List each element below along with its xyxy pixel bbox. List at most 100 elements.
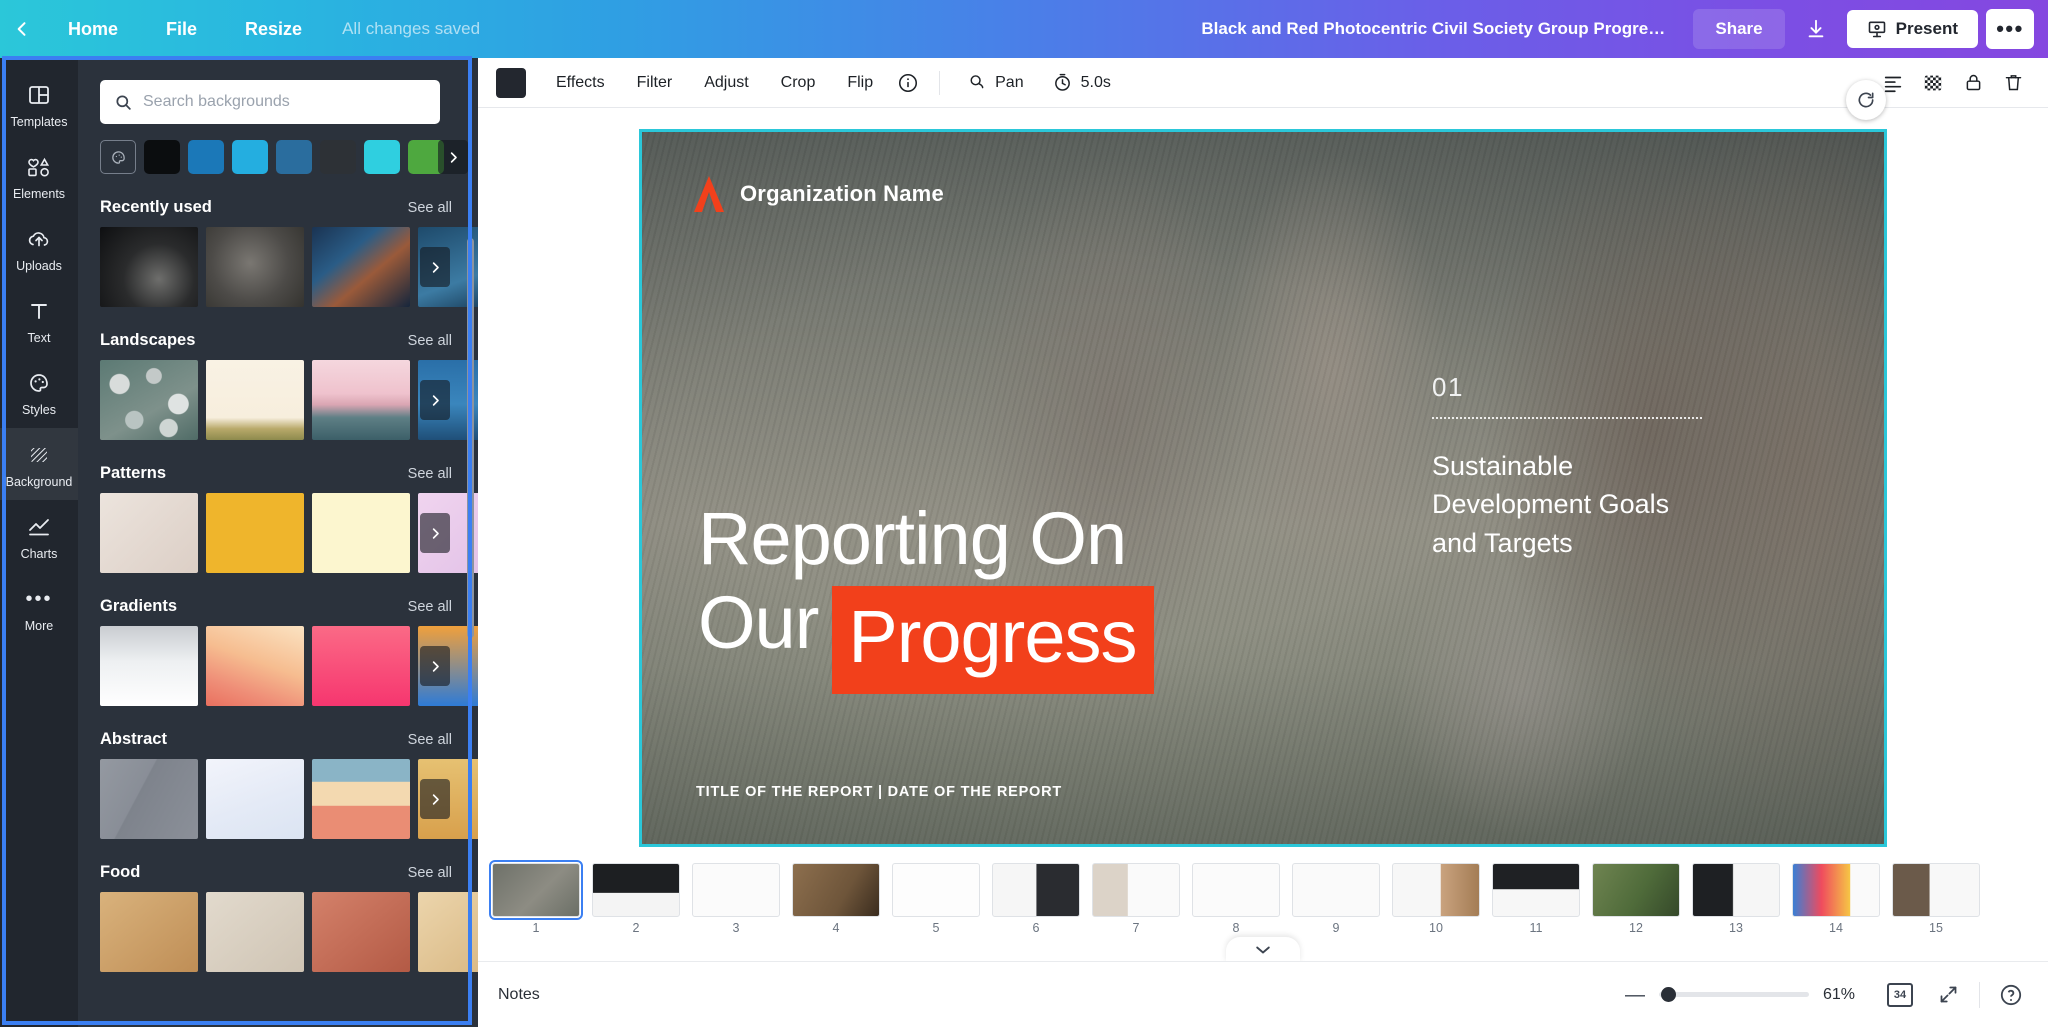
- slide-thumbnail[interactable]: [1692, 863, 1780, 917]
- toolbar-color-swatch[interactable]: [496, 67, 526, 98]
- document-title[interactable]: Black and Red Photocentric Civil Society…: [1201, 19, 1671, 39]
- slide-thumbnail[interactable]: [489, 860, 583, 920]
- slide-thumbnail[interactable]: [792, 863, 880, 917]
- rotate-handle[interactable]: [1846, 80, 1886, 120]
- filmstrip-collapse-button[interactable]: [1226, 937, 1300, 961]
- thumb-item[interactable]: [312, 493, 410, 573]
- see-all-patterns[interactable]: See all: [408, 466, 452, 482]
- slide-thumbnail[interactable]: [1292, 863, 1380, 917]
- thumb-item[interactable]: [312, 759, 410, 839]
- menu-resize[interactable]: Resize: [221, 0, 326, 58]
- toolbar-flip[interactable]: Flip: [833, 66, 887, 100]
- sidebar-item-text[interactable]: Text: [0, 284, 78, 356]
- slide-thumbnail[interactable]: [1492, 863, 1580, 917]
- toolbar-effects[interactable]: Effects: [542, 66, 619, 100]
- thumb-item[interactable]: [206, 626, 304, 706]
- color-picker-button[interactable]: [100, 140, 136, 174]
- notes-button[interactable]: Notes: [498, 986, 540, 1004]
- slide-thumbnail[interactable]: [992, 863, 1080, 917]
- sidebar-item-styles[interactable]: Styles: [0, 356, 78, 428]
- grid-pages-button[interactable]: 34: [1883, 978, 1917, 1012]
- back-button[interactable]: [0, 0, 44, 58]
- thumb-item[interactable]: [312, 892, 410, 972]
- header-left-group: Home File Resize All changes saved: [0, 0, 496, 58]
- thumb-item[interactable]: [312, 626, 410, 706]
- thumb-next-landscapes[interactable]: [420, 380, 450, 420]
- thumb-item[interactable]: [206, 759, 304, 839]
- slide-thumbnail[interactable]: [1092, 863, 1180, 917]
- see-all-landscapes[interactable]: See all: [408, 333, 452, 349]
- bottom-bar-divider: [1979, 981, 1980, 1008]
- toolbar-filter[interactable]: Filter: [623, 66, 687, 100]
- toolbar-info-button[interactable]: [891, 66, 925, 100]
- zoom-slider[interactable]: [1659, 987, 1809, 1002]
- share-button[interactable]: Share: [1693, 9, 1785, 49]
- slide-thumbnail[interactable]: [592, 863, 680, 917]
- thumb-item[interactable]: [206, 493, 304, 573]
- toolbar-delete-button[interactable]: [1996, 66, 2030, 100]
- swatch-3[interactable]: [232, 140, 268, 174]
- download-button[interactable]: [1793, 9, 1839, 49]
- thumb-next-abstract[interactable]: [420, 779, 450, 819]
- sidebar-item-uploads[interactable]: Uploads: [0, 212, 78, 284]
- sidebar-item-background[interactable]: Background: [0, 428, 78, 500]
- thumb-item[interactable]: [100, 892, 198, 972]
- menu-file[interactable]: File: [142, 0, 221, 58]
- thumb-item[interactable]: [206, 892, 304, 972]
- swatch-6[interactable]: [364, 140, 400, 174]
- toolbar-transparency-button[interactable]: [1916, 66, 1950, 100]
- toolbar-crop[interactable]: Crop: [767, 66, 830, 100]
- menu-home[interactable]: Home: [44, 0, 142, 58]
- thumb-item[interactable]: [100, 626, 198, 706]
- swatch-4[interactable]: [276, 140, 312, 174]
- fullscreen-button[interactable]: [1931, 978, 1965, 1012]
- see-all-gradients[interactable]: See all: [408, 599, 452, 615]
- see-all-food[interactable]: See all: [408, 865, 452, 881]
- panel-scrollbar[interactable]: [467, 238, 474, 638]
- zoom-slider-knob[interactable]: [1661, 987, 1676, 1002]
- slide-canvas[interactable]: Organization Name Reporting On Our Progr…: [639, 129, 1887, 847]
- thumb-item[interactable]: [206, 360, 304, 440]
- color-palette-icon: [111, 150, 125, 164]
- slide-thumbnail[interactable]: [1792, 863, 1880, 917]
- present-button[interactable]: Present: [1846, 10, 1978, 48]
- sidebar-item-templates[interactable]: Templates: [0, 68, 78, 140]
- sidebar-item-charts[interactable]: Charts: [0, 500, 78, 572]
- thumb-item[interactable]: [100, 493, 198, 573]
- thumb-item[interactable]: [206, 227, 304, 307]
- thumb-item[interactable]: [312, 360, 410, 440]
- slide-thumbnail[interactable]: [692, 863, 780, 917]
- slide-thumbnail[interactable]: [1592, 863, 1680, 917]
- slide-thumbnail[interactable]: [1192, 863, 1280, 917]
- swatch-2[interactable]: [188, 140, 224, 174]
- thumb-item[interactable]: [100, 360, 198, 440]
- swatch-1[interactable]: [144, 140, 180, 174]
- thumb-next-recently-used[interactable]: [420, 247, 450, 287]
- slide-thumbnail[interactable]: [892, 863, 980, 917]
- thumb-item[interactable]: [312, 227, 410, 307]
- help-button[interactable]: [1994, 978, 2028, 1012]
- sidebar-item-more[interactable]: ••• More: [0, 572, 78, 644]
- slide-thumbnail[interactable]: [1892, 863, 1980, 917]
- thumb-item[interactable]: [418, 892, 478, 972]
- toolbar-pan-button[interactable]: Pan: [954, 66, 1035, 99]
- see-all-abstract[interactable]: See all: [408, 732, 452, 748]
- search-backgrounds-field[interactable]: [100, 80, 440, 124]
- slide-thumbnail[interactable]: [1392, 863, 1480, 917]
- sidebar-item-elements[interactable]: Elements: [0, 140, 78, 212]
- toolbar-lock-button[interactable]: [1956, 66, 1990, 100]
- thumb-next-gradients[interactable]: [420, 646, 450, 686]
- swatch-5[interactable]: [320, 140, 356, 174]
- see-all-recently-used[interactable]: See all: [408, 200, 452, 216]
- section-title: Food: [100, 863, 141, 881]
- thumb-next-patterns[interactable]: [420, 513, 450, 553]
- zoom-out-button[interactable]: —: [1625, 985, 1645, 1005]
- toolbar-adjust[interactable]: Adjust: [690, 66, 762, 100]
- search-input[interactable]: [143, 93, 423, 111]
- search-icon: [116, 94, 131, 110]
- thumb-item[interactable]: [100, 227, 198, 307]
- swatch-next-button[interactable]: [438, 140, 468, 174]
- toolbar-duration-button[interactable]: 5.0s: [1040, 66, 1123, 99]
- thumb-item[interactable]: [100, 759, 198, 839]
- more-options-button[interactable]: •••: [1986, 9, 2034, 49]
